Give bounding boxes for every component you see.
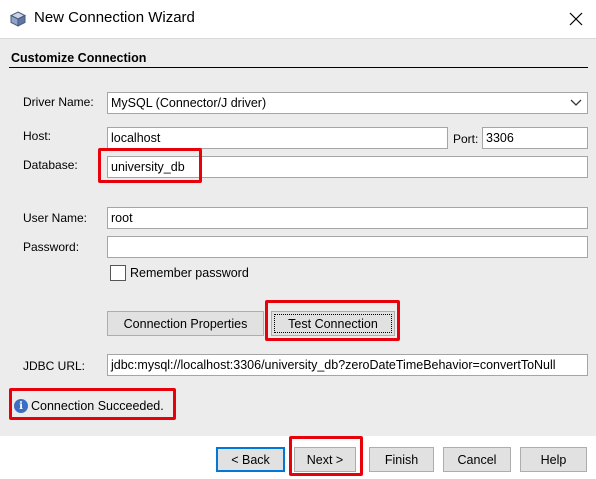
test-connection-button[interactable]: Test Connection	[271, 311, 395, 336]
database-label: Database:	[23, 158, 78, 172]
host-field[interactable]: localhost	[107, 127, 448, 149]
jdbc-url-label: JDBC URL:	[23, 359, 86, 373]
test-connection-label: Test Connection	[288, 316, 378, 331]
window-title: New Connection Wizard	[34, 9, 195, 26]
remember-password-label: Remember password	[130, 266, 249, 280]
host-label: Host:	[23, 129, 52, 143]
driver-value: MySQL (Connector/J driver)	[111, 96, 267, 110]
remember-password-checkbox[interactable]	[110, 265, 126, 281]
help-button[interactable]: Help	[520, 447, 587, 472]
cube-icon	[9, 11, 27, 27]
close-icon	[569, 12, 583, 26]
jdbc-url-field[interactable]: jdbc:mysql://localhost:3306/university_d…	[107, 354, 588, 376]
port-field[interactable]: 3306	[482, 127, 588, 149]
back-button[interactable]: < Back	[216, 447, 285, 472]
driver-select[interactable]: MySQL (Connector/J driver)	[107, 92, 588, 114]
password-field[interactable]	[107, 236, 588, 258]
finish-button[interactable]: Finish	[369, 447, 434, 472]
username-label: User Name:	[23, 211, 88, 225]
password-label: Password:	[23, 240, 80, 254]
info-icon: i	[14, 399, 28, 413]
connection-properties-button[interactable]: Connection Properties	[107, 311, 264, 336]
driver-label: Driver Name:	[23, 95, 94, 109]
username-field[interactable]: root	[107, 207, 588, 229]
status-message: Connection Succeeded.	[31, 399, 164, 413]
database-field[interactable]: university_db	[107, 156, 588, 178]
step-title-underline	[9, 67, 588, 68]
step-title: Customize Connection	[11, 51, 147, 65]
cancel-button[interactable]: Cancel	[443, 447, 511, 472]
chevron-down-icon	[568, 96, 584, 110]
next-button[interactable]: Next >	[294, 447, 356, 472]
close-button[interactable]	[560, 4, 592, 34]
port-label: Port:	[453, 132, 479, 146]
